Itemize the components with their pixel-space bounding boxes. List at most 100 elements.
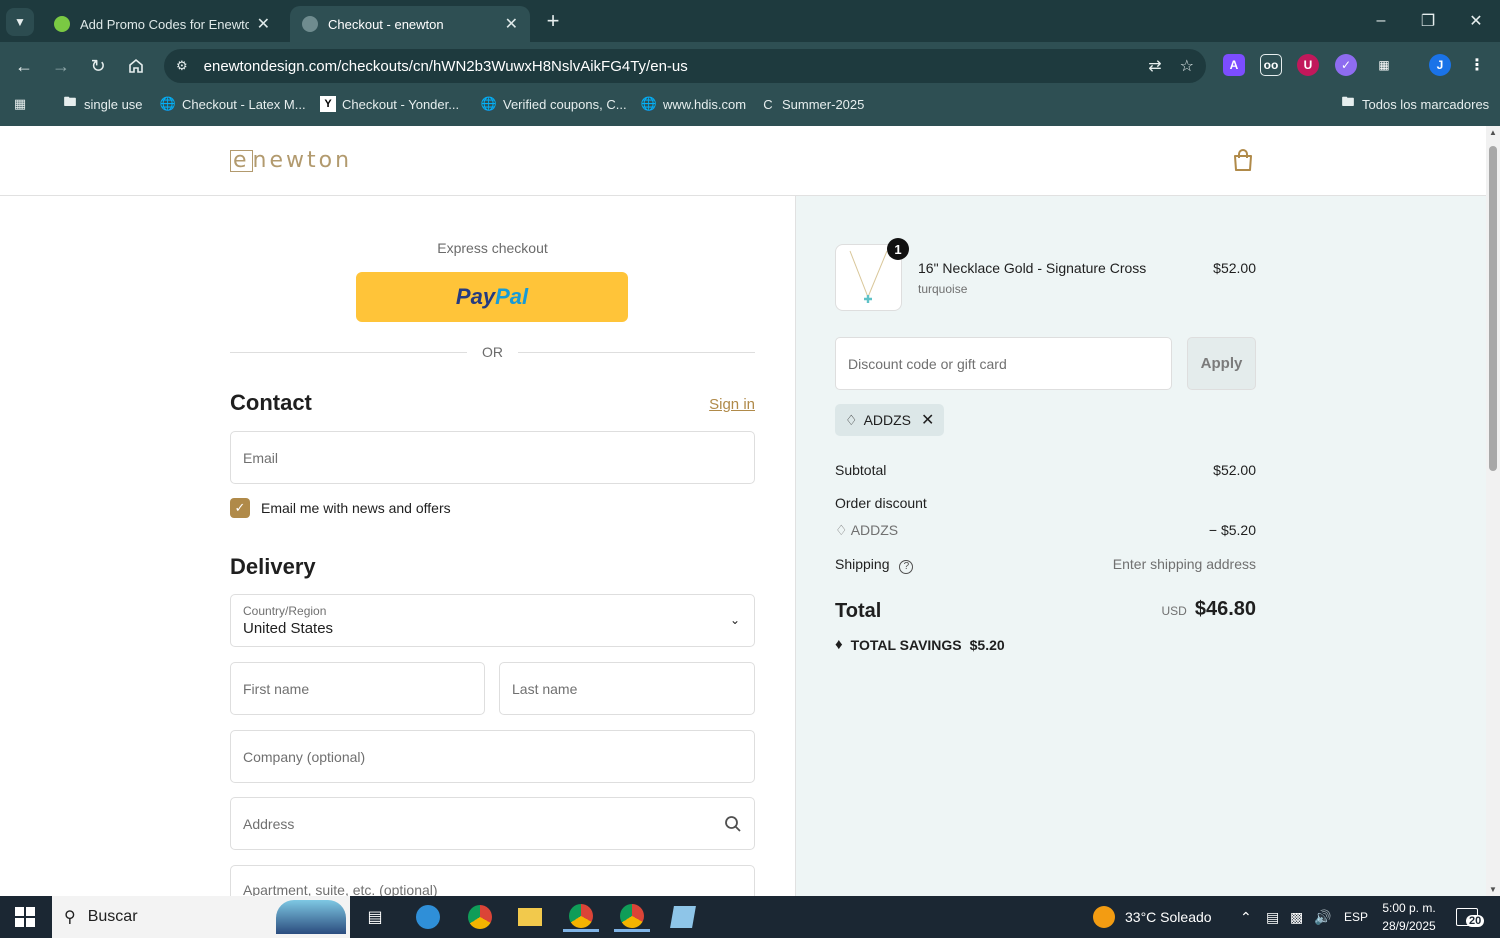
page-scrollbar[interactable]: ▲ ▼ bbox=[1486, 126, 1500, 896]
tab-add-promo-codes[interactable]: Add Promo Codes for Enewton ✕ bbox=[42, 6, 282, 42]
subtotal-row: Subtotal $52.00 bbox=[835, 462, 1256, 478]
sun-icon bbox=[1093, 906, 1115, 928]
shopping-bag-icon bbox=[1234, 149, 1252, 171]
extension-a-icon[interactable]: A bbox=[1223, 54, 1245, 76]
last-name-field[interactable]: Last name bbox=[499, 662, 755, 715]
tab-search-button[interactable]: ▼ bbox=[6, 8, 34, 36]
extension-glasses-icon[interactable]: oo bbox=[1260, 54, 1282, 76]
site-info-icon[interactable]: ⚙ bbox=[176, 58, 188, 74]
browser-toolbar: ← → ↻ ⚙ enewtondesign.com/checkouts/cn/h… bbox=[0, 42, 1500, 90]
url-text[interactable]: enewtondesign.com/checkouts/cn/hWN2b3Wuw… bbox=[204, 58, 1131, 75]
reload-button[interactable]: ↻ bbox=[84, 52, 112, 80]
total-savings: ♦ TOTAL SAVINGS $5.20 bbox=[835, 636, 1005, 653]
total-currency: USD bbox=[1161, 604, 1187, 618]
file-explorer-icon[interactable] bbox=[512, 902, 548, 932]
new-tab-button[interactable]: + bbox=[540, 8, 566, 34]
start-button[interactable] bbox=[0, 896, 50, 938]
profile-avatar[interactable]: J bbox=[1429, 54, 1451, 76]
weather-widget[interactable]: 33°C Soleado bbox=[1093, 896, 1212, 938]
bookmark-star-icon[interactable]: ☆ bbox=[1180, 56, 1194, 76]
restore-button[interactable]: ❐ bbox=[1413, 8, 1443, 34]
enewton-logo[interactable]: e newton bbox=[230, 148, 352, 173]
tray-network-icon[interactable]: ▤ bbox=[1266, 896, 1279, 938]
sign-in-link[interactable]: Sign in bbox=[709, 396, 755, 413]
close-tab-icon[interactable]: ✕ bbox=[505, 14, 518, 34]
tab-checkout-enewton[interactable]: Checkout - enewton ✕ bbox=[290, 6, 530, 42]
home-button[interactable] bbox=[122, 52, 150, 80]
first-name-field[interactable]: First name bbox=[230, 662, 485, 715]
notepad-icon[interactable] bbox=[665, 902, 701, 932]
checkout-page: e newton Express checkout Pay Pal OR Conta… bbox=[0, 126, 1486, 896]
address-bar[interactable]: ⚙ enewtondesign.com/checkouts/cn/hWN2b3W… bbox=[164, 49, 1206, 83]
scroll-up-icon[interactable]: ▲ bbox=[1489, 128, 1497, 137]
help-circle-icon[interactable]: ? bbox=[899, 560, 914, 574]
yonder-icon: Y bbox=[320, 96, 336, 112]
scrollbar-thumb[interactable] bbox=[1489, 146, 1497, 471]
discount-code-label: ADDZS bbox=[850, 522, 899, 538]
chevron-down-icon: ⌄ bbox=[729, 613, 740, 627]
close-window-button[interactable]: ✕ bbox=[1461, 8, 1491, 34]
more-menu-icon[interactable]: ⋮ bbox=[1466, 54, 1488, 76]
chrome-profile-1-icon[interactable] bbox=[563, 902, 599, 932]
chrome-icon[interactable] bbox=[462, 902, 498, 932]
delivery-heading: Delivery bbox=[230, 554, 316, 579]
reload-icon: ↻ bbox=[90, 55, 106, 76]
newsletter-label: Email me with news and offers bbox=[261, 500, 451, 516]
arrow-right-icon: → bbox=[52, 55, 70, 76]
scroll-down-icon[interactable]: ▼ bbox=[1489, 885, 1497, 894]
bookmark-summer-2025[interactable]: C Summer-2025 bbox=[760, 90, 864, 118]
notification-center[interactable]: 20 bbox=[1456, 896, 1485, 938]
taskbar-search[interactable]: ⚲ Buscar bbox=[52, 896, 350, 938]
shopping-bag-button[interactable] bbox=[1232, 148, 1254, 172]
apps-button[interactable]: ▦ bbox=[12, 90, 34, 118]
globe-icon: 🌐 bbox=[159, 96, 177, 111]
tray-chevron-icon[interactable]: ⌃ bbox=[1240, 896, 1252, 938]
home-icon bbox=[129, 58, 143, 73]
country-select[interactable]: Country/Region United States ⌄ bbox=[230, 594, 755, 647]
newsletter-option[interactable]: ✓ Email me with news and offers bbox=[230, 498, 451, 518]
bookmark-hdis[interactable]: 🌐 www.hdis.com bbox=[641, 90, 746, 118]
bookmark-verified-coupons[interactable]: 🌐 Verified coupons, C... bbox=[481, 90, 627, 118]
bookmark-checkout-yonder[interactable]: Y Checkout - Yonder... bbox=[320, 90, 459, 118]
globe-icon: 🌐 bbox=[640, 96, 658, 111]
language-indicator[interactable]: ESP bbox=[1344, 896, 1368, 938]
discount-code-input[interactable]: Discount code or gift card bbox=[835, 337, 1172, 390]
promo-favicon-icon bbox=[54, 16, 70, 32]
paypal-button[interactable]: Pay Pal bbox=[356, 272, 628, 322]
address-field[interactable]: Address bbox=[230, 797, 755, 850]
or-label: OR bbox=[482, 344, 503, 360]
search-icon: ⚲ bbox=[64, 909, 76, 926]
applied-code: ADDZS bbox=[863, 412, 912, 428]
tray-volume-icon[interactable]: 🔊 bbox=[1314, 896, 1331, 938]
back-button[interactable]: ← bbox=[10, 52, 38, 80]
extensions-puzzle-icon[interactable]: ▦ bbox=[1373, 54, 1395, 76]
edge-icon[interactable] bbox=[410, 902, 446, 932]
remove-discount-icon[interactable]: ✕ bbox=[921, 410, 934, 430]
apply-button[interactable]: Apply bbox=[1187, 337, 1256, 390]
tab-strip: ▼ Add Promo Codes for Enewton ✕ Checkout… bbox=[0, 0, 1500, 42]
product-name: 16" Necklace Gold - Signature Cross bbox=[918, 260, 1147, 276]
windows-logo-icon bbox=[15, 907, 35, 927]
bookmark-all-bookmarks[interactable]: 🖿 Todos los marcadores bbox=[1340, 90, 1489, 118]
task-view-icon[interactable]: ▤ bbox=[357, 902, 393, 932]
forward-button[interactable]: → bbox=[47, 52, 75, 80]
chrome-profile-2-icon[interactable] bbox=[614, 902, 650, 932]
minimize-button[interactable]: – bbox=[1366, 8, 1396, 34]
translate-icon[interactable]: ⇄ bbox=[1148, 56, 1161, 76]
bookmark-checkout-latex[interactable]: 🌐 Checkout - Latex M... bbox=[160, 90, 306, 118]
apartment-field[interactable]: Apartment, suite, etc. (optional) bbox=[230, 865, 755, 896]
arrow-left-icon: ← bbox=[15, 55, 33, 76]
system-clock[interactable]: 5:00 p. m. 28/9/2025 bbox=[1370, 899, 1448, 935]
bookmark-single-use[interactable]: 🖿 single use bbox=[62, 90, 142, 118]
newsletter-checkbox[interactable]: ✓ bbox=[230, 498, 250, 518]
extension-coupon-icon[interactable]: ✓ bbox=[1335, 54, 1357, 76]
tray-display-icon[interactable]: ▩ bbox=[1290, 896, 1303, 938]
site-header: e newton bbox=[0, 126, 1486, 196]
extension-shield-icon[interactable]: U bbox=[1297, 54, 1319, 76]
or-divider: OR bbox=[230, 344, 755, 362]
company-field[interactable]: Company (optional) bbox=[230, 730, 755, 783]
total-value: USD $46.80 bbox=[1161, 598, 1256, 621]
close-tab-icon[interactable]: ✕ bbox=[257, 14, 270, 34]
folder-icon: 🖿 bbox=[1341, 94, 1355, 109]
email-field[interactable]: Email bbox=[230, 431, 755, 484]
